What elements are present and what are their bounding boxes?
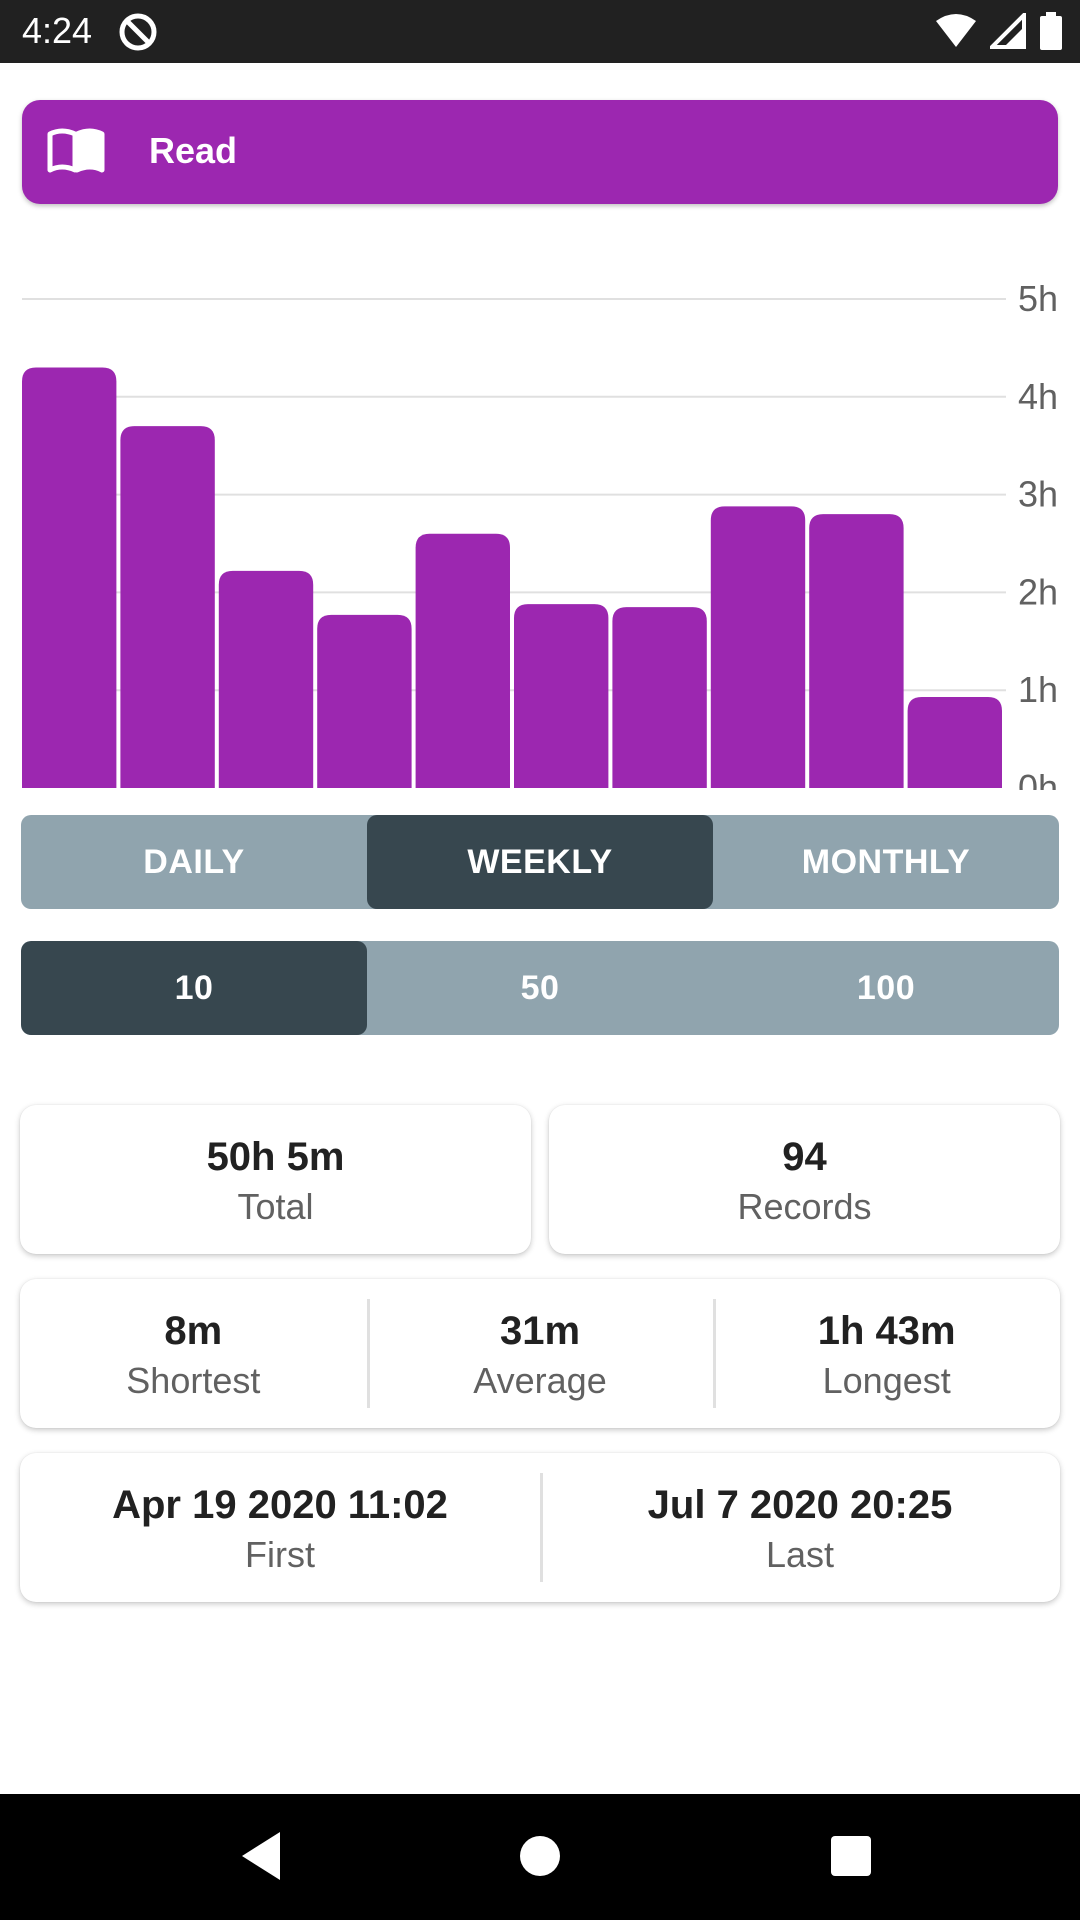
records-card: 94 Records bbox=[549, 1105, 1060, 1254]
activity-title: Read bbox=[149, 130, 238, 171]
records-stat: 94 Records bbox=[549, 1105, 1060, 1254]
count-option-50[interactable]: 50 bbox=[367, 941, 713, 1035]
total-stat: 50h 5m Total bbox=[20, 1105, 531, 1254]
average-label: Average bbox=[473, 1359, 607, 1401]
durations-card: 8m Shortest 31m Average 1h 43m Longest bbox=[20, 1279, 1060, 1428]
book-open-icon bbox=[46, 128, 106, 179]
chart-bar[interactable] bbox=[710, 506, 806, 788]
period-option-weekly[interactable]: WEEKLY bbox=[367, 815, 713, 909]
dates-card: Apr 19 2020 11:02 First Jul 7 2020 20:25… bbox=[20, 1453, 1060, 1602]
first-value: Apr 19 2020 11:02 bbox=[112, 1482, 448, 1527]
chart-bar[interactable] bbox=[514, 604, 609, 788]
average-value: 31m bbox=[499, 1308, 581, 1353]
period-option-daily[interactable]: DAILY bbox=[21, 815, 367, 909]
longest-value: 1h 43m bbox=[817, 1308, 956, 1353]
longest-stat: 1h 43m Longest bbox=[713, 1279, 1060, 1428]
first-label: First bbox=[245, 1533, 315, 1575]
recents-icon[interactable] bbox=[829, 1824, 893, 1893]
records-value: 94 bbox=[782, 1134, 827, 1179]
total-label: Total bbox=[237, 1185, 314, 1227]
records-label: Records bbox=[737, 1185, 872, 1227]
chart-bar[interactable] bbox=[809, 514, 904, 788]
average-stat: 31m Average bbox=[366, 1279, 714, 1428]
chart-bar[interactable] bbox=[218, 570, 314, 788]
total-card: 50h 5m Total bbox=[20, 1105, 531, 1254]
y-tick-label: 2h bbox=[1018, 571, 1058, 612]
period-selector: DAILY WEEKLY MONTHLY bbox=[21, 815, 1059, 909]
total-value: 50h 5m bbox=[206, 1134, 345, 1179]
status-time: 4:24 bbox=[22, 10, 93, 51]
y-tick-label: 0h bbox=[1018, 767, 1058, 790]
weekly-duration-bar-chart: 0h 1h 2h 3h 4h 5h bbox=[22, 278, 1058, 790]
chart-bar[interactable] bbox=[317, 614, 412, 788]
y-tick-label: 1h bbox=[1018, 669, 1058, 710]
wifi-icon bbox=[936, 13, 976, 54]
last-stat: Jul 7 2020 20:25 Last bbox=[540, 1453, 1060, 1602]
first-stat: Apr 19 2020 11:02 First bbox=[20, 1453, 540, 1602]
status-bar: 4:24 bbox=[0, 0, 1080, 63]
y-tick-label: 4h bbox=[1018, 376, 1058, 417]
shortest-label: Shortest bbox=[126, 1359, 261, 1401]
shortest-value: 8m bbox=[164, 1308, 223, 1353]
battery-icon bbox=[1040, 12, 1062, 55]
chart-bar[interactable] bbox=[415, 533, 510, 788]
period-option-monthly[interactable]: MONTHLY bbox=[713, 815, 1059, 909]
chart-bar[interactable] bbox=[907, 697, 1002, 788]
activity-header[interactable]: Read bbox=[22, 100, 1058, 204]
navigation-bar bbox=[0, 1794, 1080, 1920]
shortest-stat: 8m Shortest bbox=[20, 1279, 367, 1428]
record-count-selector: 10 50 100 bbox=[21, 941, 1059, 1035]
longest-label: Longest bbox=[822, 1359, 951, 1401]
app-notification-icon bbox=[118, 12, 158, 57]
y-tick-label: 3h bbox=[1018, 474, 1058, 515]
count-option-100[interactable]: 100 bbox=[713, 941, 1059, 1035]
last-value: Jul 7 2020 20:25 bbox=[647, 1482, 953, 1527]
chart-bar[interactable] bbox=[612, 607, 707, 788]
signal-icon bbox=[987, 10, 1026, 54]
count-option-10[interactable]: 10 bbox=[21, 941, 367, 1035]
chart-bar[interactable] bbox=[22, 367, 117, 788]
last-label: Last bbox=[765, 1533, 835, 1575]
chart-bar[interactable] bbox=[120, 426, 215, 788]
y-tick-label: 5h bbox=[1018, 278, 1058, 319]
back-icon[interactable] bbox=[236, 1824, 284, 1893]
home-icon[interactable] bbox=[516, 1824, 580, 1893]
